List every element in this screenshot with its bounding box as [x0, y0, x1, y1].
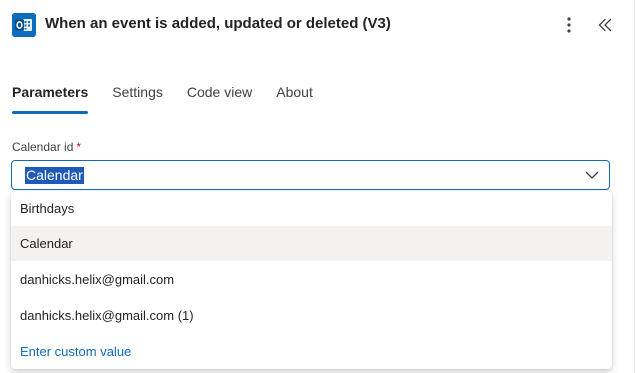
calendar-id-combobox[interactable]: Calendar — [11, 160, 610, 190]
collapse-panel-button[interactable] — [593, 13, 617, 37]
calendar-id-label: Calendar id * — [12, 140, 81, 154]
required-marker: * — [76, 140, 82, 154]
chevron-down-icon[interactable] — [585, 168, 599, 182]
double-chevron-left-icon — [598, 18, 612, 32]
enter-custom-value-option[interactable]: Enter custom value — [11, 334, 612, 369]
outlook-calendar-icon — [12, 13, 36, 37]
tab-parameters[interactable]: Parameters — [12, 82, 89, 114]
trigger-title: When an event is added, updated or delet… — [45, 15, 391, 32]
calendar-id-label-text: Calendar id — [12, 140, 74, 154]
tab-code-view[interactable]: Code view — [187, 82, 252, 114]
option-birthdays[interactable]: Birthdays — [11, 191, 612, 226]
trigger-settings-panel: When an event is added, updated or delet… — [0, 0, 635, 373]
tab-settings[interactable]: Settings — [112, 82, 163, 114]
tab-about[interactable]: About — [276, 82, 313, 114]
calendar-id-value[interactable]: Calendar — [25, 167, 84, 184]
panel-header: When an event is added, updated or delet… — [0, 0, 635, 50]
option-danhicks-helix-1[interactable]: danhicks.helix@gmail.com (1) — [11, 298, 612, 333]
tab-bar: Parameters Settings Code view About — [12, 82, 337, 114]
option-calendar[interactable]: Calendar — [11, 226, 612, 261]
calendar-options-listbox: Birthdays Calendar danhicks.helix@gmail.… — [11, 191, 612, 369]
more-options-button[interactable] — [558, 13, 580, 37]
option-danhicks-helix[interactable]: danhicks.helix@gmail.com — [11, 262, 612, 297]
more-vertical-icon — [567, 17, 571, 33]
